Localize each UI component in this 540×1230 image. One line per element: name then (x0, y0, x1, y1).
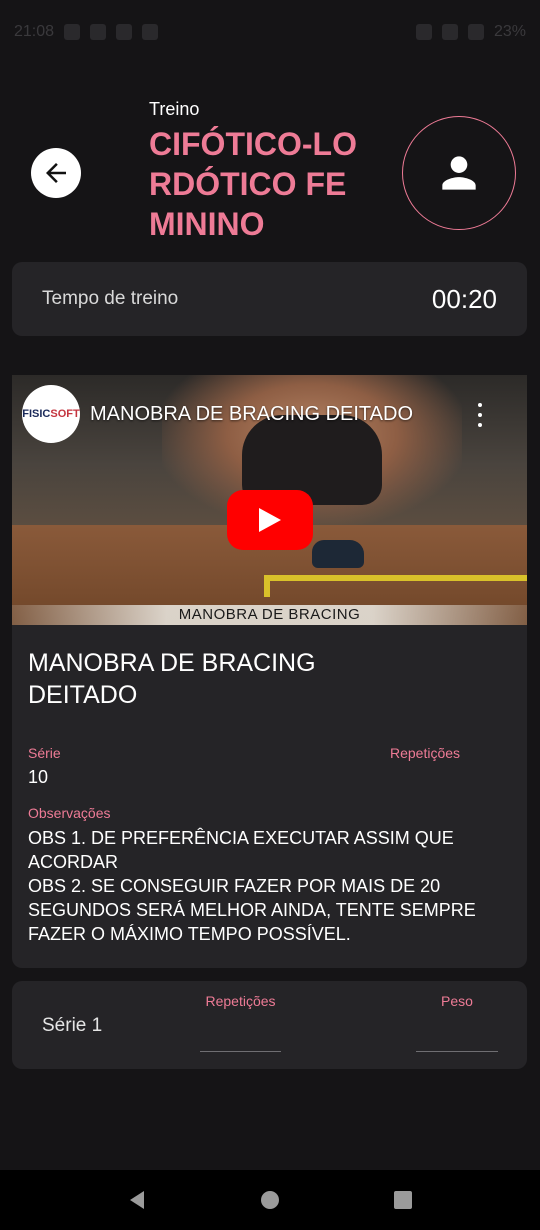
status-bar: 21:08 23% (0, 0, 540, 64)
profile-button[interactable] (402, 116, 516, 230)
exercise-card: FISIC SOFT MANOBRA DE BRACING DEITADO MAN… (12, 375, 527, 968)
system-nav-bar (0, 1170, 540, 1230)
observations: Observações OBS 1. DE PREFERÊNCIA EXECUT… (28, 805, 512, 946)
observations-text: OBS 1. DE PREFERÊNCIA EXECUTAR ASSIM QUE… (28, 828, 476, 944)
page-header: Treino CIFÓTICO-LORDÓTICO FEMININO (149, 97, 369, 244)
back-button[interactable] (31, 148, 81, 198)
reps-field[interactable]: Repetições (200, 993, 281, 1052)
video-floor-stripe-vertical (264, 575, 270, 597)
video-title[interactable]: MANOBRA DE BRACING DEITADO (90, 403, 413, 426)
play-triangle-icon (259, 508, 281, 532)
video-player[interactable]: FISIC SOFT MANOBRA DE BRACING DEITADO MAN… (12, 375, 527, 625)
page-subtitle: Treino (149, 99, 200, 119)
series-label: Série 1 (42, 1015, 103, 1036)
battery-level: 23% (493, 23, 526, 40)
series-row: Série 1 Repetições Peso (12, 981, 527, 1069)
reps-label: Repetições (205, 993, 276, 1009)
repeticoes-column: Repetições (390, 745, 460, 767)
serie-value: 10 (28, 767, 49, 787)
channel-logo[interactable]: FISIC SOFT (22, 385, 80, 443)
triangle-back-icon[interactable] (126, 1189, 148, 1211)
signal-icon (415, 24, 432, 40)
circle-home-icon[interactable] (259, 1189, 281, 1211)
arrow-left-icon (46, 163, 66, 183)
square-recents-icon[interactable] (392, 1189, 414, 1211)
person-icon (442, 156, 476, 190)
observations-label: Observações (28, 805, 111, 821)
battery-icon (467, 24, 484, 40)
timer-label: Tempo de treino (42, 288, 179, 309)
whatsapp-icon (64, 24, 81, 40)
app-icon (142, 24, 159, 40)
weight-input-underline (416, 1051, 498, 1052)
weight-field[interactable]: Peso (416, 993, 498, 1052)
exercise-name: MANOBRA DE BRACING DEITADO (28, 649, 316, 709)
video-caption: MANOBRA DE BRACING (12, 605, 527, 625)
wifi-icon (441, 24, 458, 40)
timer-value: 00:20 (431, 283, 497, 314)
notification-icon (90, 24, 107, 40)
channel-logo-text: FISIC (22, 408, 51, 420)
more-vertical-icon[interactable] (474, 403, 486, 427)
status-time: 21:08 (14, 23, 55, 40)
video-floor-stripe (264, 575, 527, 581)
workout-timer-card: Tempo de treino 00:20 (12, 262, 527, 336)
youtube-play-icon[interactable] (227, 490, 313, 550)
facebook-icon (116, 24, 133, 40)
reps-input-underline (200, 1051, 281, 1052)
repeticoes-label: Repetições (390, 745, 461, 761)
channel-logo-accent: SOFT (50, 408, 80, 420)
video-person-shoe (312, 540, 364, 568)
page-title: CIFÓTICO-LORDÓTICO FEMININO (149, 126, 357, 242)
weight-label: Peso (441, 993, 473, 1009)
